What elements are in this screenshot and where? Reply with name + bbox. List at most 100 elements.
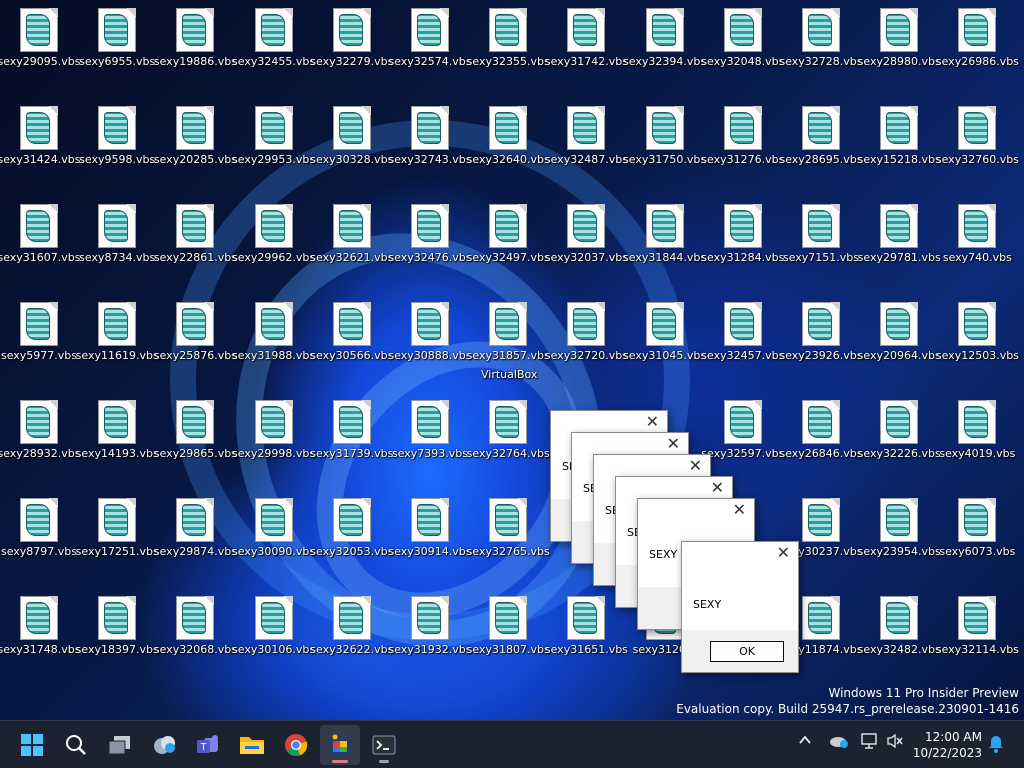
notification-bell-icon[interactable] [988, 735, 1004, 757]
desktop-file-icon[interactable]: sexy6073.vbs [938, 490, 1016, 564]
desktop-file-icon[interactable]: sexy32640.vbs [467, 98, 550, 172]
desktop-file-icon[interactable]: sexy9598.vbs [78, 98, 156, 172]
ok-button[interactable]: OK [710, 641, 784, 662]
desktop-file-icon[interactable]: sexy4019.vbs [938, 392, 1016, 466]
desktop-file-icon[interactable]: sexy32621.vbs [310, 196, 393, 270]
network-icon[interactable] [860, 733, 878, 753]
desktop-file-icon[interactable]: sexy32355.vbs [467, 0, 550, 74]
desktop-file-icon[interactable]: sexy29874.vbs [154, 490, 237, 564]
desktop-file-icon[interactable]: sexy7151.vbs [782, 196, 860, 270]
virtualbox-shortcut-label[interactable]: VirtualBox [481, 368, 537, 381]
desktop-file-icon[interactable]: sexy8734.vbs [78, 196, 156, 270]
desktop-file-icon[interactable]: sexy31748.vbs [0, 588, 81, 662]
desktop-file-icon[interactable]: sexy31276.vbs [701, 98, 784, 172]
desktop-file-icon[interactable]: sexy6955.vbs [78, 0, 156, 74]
desktop-file-icon[interactable]: sexy32114.vbs [936, 588, 1019, 662]
widgets-icon[interactable] [145, 725, 185, 765]
desktop-file-icon[interactable]: sexy32597.vbs [701, 392, 784, 466]
desktop-file-icon[interactable]: sexy29953.vbs [232, 98, 315, 172]
desktop-file-icon[interactable]: sexy30090.vbs [232, 490, 315, 564]
desktop-file-icon[interactable]: sexy30328.vbs [310, 98, 393, 172]
desktop-file-icon[interactable]: sexy31607.vbs [0, 196, 81, 270]
desktop-file-icon[interactable]: sexy31857.vbs [467, 294, 550, 368]
desktop-file-icon[interactable]: sexy31750.vbs [623, 98, 706, 172]
desktop-file-icon[interactable]: sexy32765.vbs [467, 490, 550, 564]
close-icon[interactable]: ✕ [689, 458, 702, 474]
desktop-file-icon[interactable]: sexy31739.vbs [310, 392, 393, 466]
close-icon[interactable]: ✕ [667, 436, 680, 452]
desktop-file-icon[interactable]: sexy32760.vbs [936, 98, 1019, 172]
desktop-file-icon[interactable]: sexy32764.vbs [467, 392, 550, 466]
desktop-file-icon[interactable]: sexy28695.vbs [779, 98, 863, 172]
desktop-file-icon[interactable]: sexy31988.vbs [232, 294, 315, 368]
desktop-file-icon[interactable]: sexy32457.vbs [701, 294, 784, 368]
onedrive-icon[interactable] [829, 733, 849, 753]
desktop-file-icon[interactable]: sexy29781.vbs [858, 196, 941, 270]
file-explorer-icon[interactable] [232, 725, 272, 765]
desktop-file-icon[interactable]: sexy28980.vbs [858, 0, 941, 74]
desktop-file-icon[interactable]: sexy32226.vbs [858, 392, 941, 466]
desktop-file-icon[interactable]: sexy26986.vbs [936, 0, 1019, 74]
desktop-file-icon[interactable]: sexy20285.vbs [154, 98, 237, 172]
desktop-file-icon[interactable]: sexy14193.vbs [76, 392, 159, 466]
teams-icon[interactable]: T [188, 725, 228, 765]
desktop-file-icon[interactable]: sexy31742.vbs [545, 0, 628, 74]
desktop-file-icon[interactable]: sexy15218.vbs [858, 98, 941, 172]
desktop-file-icon[interactable]: sexy32476.vbs [388, 196, 472, 270]
terminal-icon[interactable] [364, 725, 404, 765]
start-icon[interactable] [12, 725, 52, 765]
desktop-file-icon[interactable]: sexy32622.vbs [310, 588, 393, 662]
desktop-file-icon[interactable]: sexy32497.vbs [467, 196, 550, 270]
desktop-file-icon[interactable]: sexy31045.vbs [623, 294, 706, 368]
desktop-file-icon[interactable]: sexy32743.vbs [388, 98, 472, 172]
desktop-file-icon[interactable]: sexy29998.vbs [232, 392, 315, 466]
desktop-file-icon[interactable]: sexy32487.vbs [545, 98, 628, 172]
desktop-file-icon[interactable]: sexy30106.vbs [232, 588, 315, 662]
close-icon[interactable]: ✕ [711, 480, 724, 496]
desktop-file-icon[interactable]: sexy29865.vbs [154, 392, 237, 466]
desktop-file-icon[interactable]: sexy7393.vbs [391, 392, 469, 466]
virtualbox-icon[interactable] [320, 725, 360, 765]
desktop-file-icon[interactable]: sexy17251.vbs [76, 490, 159, 564]
desktop-file-icon[interactable]: sexy31651.vbs [545, 588, 628, 662]
clock[interactable]: 12:00 AM 10/22/2023 [913, 729, 982, 761]
desktop-file-icon[interactable]: sexy26846.vbs [779, 392, 863, 466]
desktop-file-icon[interactable]: sexy32068.vbs [154, 588, 237, 662]
desktop-file-icon[interactable]: sexy5977.vbs [0, 294, 78, 368]
desktop-file-icon[interactable]: sexy8797.vbs [0, 490, 78, 564]
desktop-file-icon[interactable]: sexy31807.vbs [467, 588, 550, 662]
desktop-file-icon[interactable]: sexy32720.vbs [545, 294, 628, 368]
desktop-file-icon[interactable]: sexy32482.vbs [858, 588, 941, 662]
desktop-file-icon[interactable]: sexy32394.vbs [623, 0, 706, 74]
close-icon[interactable]: ✕ [733, 502, 746, 518]
desktop-file-icon[interactable]: sexy32279.vbs [310, 0, 393, 74]
desktop-file-icon[interactable]: sexy23926.vbs [779, 294, 863, 368]
desktop-file-icon[interactable]: sexy32053.vbs [310, 490, 393, 564]
desktop-file-icon[interactable]: sexy30914.vbs [388, 490, 472, 564]
desktop-file-icon[interactable]: sexy29962.vbs [232, 196, 315, 270]
task-view-icon[interactable] [100, 725, 140, 765]
message-box-front[interactable]: ✕ SEXY OK [681, 541, 799, 673]
desktop-file-icon[interactable]: sexy740.vbs [938, 196, 1016, 270]
desktop-file-icon[interactable]: sexy30888.vbs [388, 294, 472, 368]
desktop-file-icon[interactable]: sexy31844.vbs [623, 196, 706, 270]
close-icon[interactable]: ✕ [777, 545, 790, 561]
chevron-up-icon[interactable] [798, 733, 812, 751]
desktop-file-icon[interactable]: sexy31284.vbs [701, 196, 784, 270]
desktop-file-icon[interactable]: sexy32455.vbs [232, 0, 315, 74]
chrome-icon[interactable] [276, 725, 316, 765]
close-icon[interactable]: ✕ [646, 414, 659, 430]
desktop-file-icon[interactable]: sexy20964.vbs [858, 294, 941, 368]
search-icon[interactable] [56, 725, 96, 765]
desktop-file-icon[interactable]: sexy31424.vbs [0, 98, 81, 172]
desktop-file-icon[interactable]: sexy32037.vbs [545, 196, 628, 270]
desktop-file-icon[interactable]: sexy32048.vbs [701, 0, 784, 74]
volume-muted-icon[interactable] [886, 733, 904, 753]
desktop-file-icon[interactable]: sexy22861.vbs [154, 196, 237, 270]
desktop-file-icon[interactable]: sexy32574.vbs [388, 0, 472, 74]
desktop-file-icon[interactable]: sexy31932.vbs [388, 588, 472, 662]
desktop-file-icon[interactable]: sexy29095.vbs [0, 0, 81, 74]
desktop-file-icon[interactable]: sexy32728.vbs [779, 0, 863, 74]
desktop-file-icon[interactable]: sexy19886.vbs [154, 0, 237, 74]
desktop-file-icon[interactable]: sexy23954.vbs [858, 490, 941, 564]
